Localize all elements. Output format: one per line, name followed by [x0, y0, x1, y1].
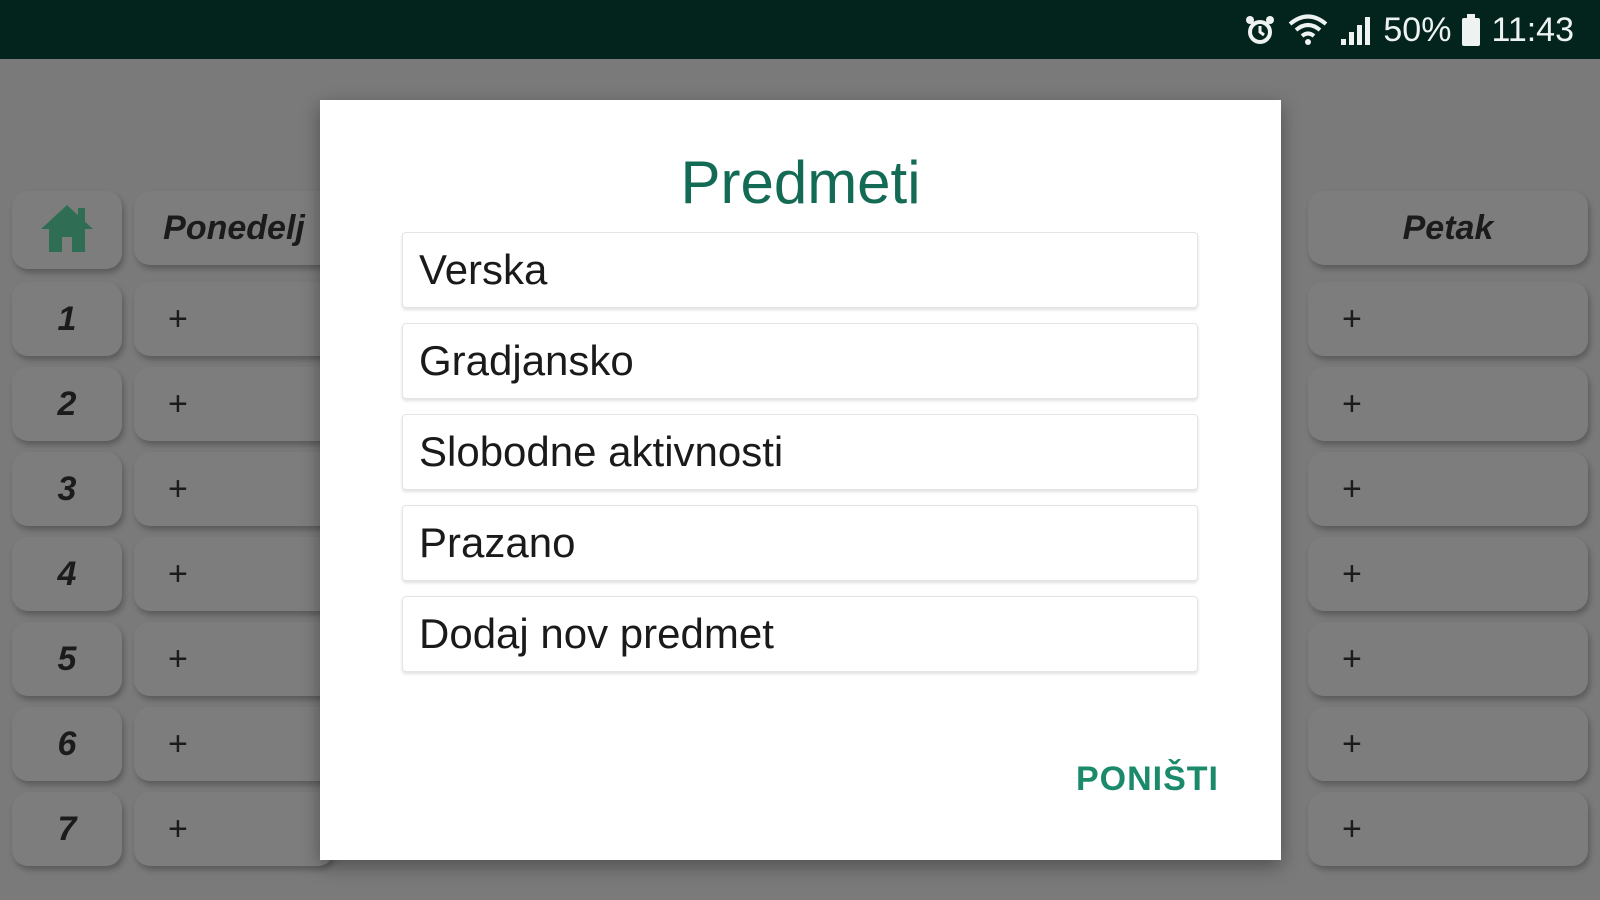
subject-option-slobodne-aktivnosti[interactable]: Slobodne aktivnosti — [402, 414, 1198, 490]
status-bar: 50% 11:43 — [0, 0, 1600, 59]
wifi-icon — [1287, 13, 1329, 47]
cancel-button[interactable]: PONIŠTI — [1076, 760, 1219, 799]
status-icons: 50% 11:43 — [1243, 10, 1574, 50]
add-slot-button[interactable]: + — [134, 537, 334, 611]
add-slot-button[interactable]: + — [134, 792, 334, 866]
subject-option-prazano[interactable]: Prazano — [402, 505, 1198, 581]
add-slot-button[interactable]: + — [1308, 792, 1588, 866]
add-slot-button[interactable]: + — [1308, 282, 1588, 356]
subject-option-gradjansko[interactable]: Gradjansko — [402, 323, 1198, 399]
add-slot-button[interactable]: + — [134, 707, 334, 781]
add-slot-button[interactable]: + — [134, 367, 334, 441]
add-slot-button[interactable]: + — [134, 282, 334, 356]
alarm-icon — [1243, 13, 1277, 47]
subjects-dialog: Predmeti Verska Gradjansko Slobodne akti… — [320, 100, 1281, 860]
period-number: 4 — [12, 537, 122, 611]
period-number: 2 — [12, 367, 122, 441]
period-number: 7 — [12, 792, 122, 866]
battery-icon — [1461, 13, 1481, 47]
subject-option-verska[interactable]: Verska — [402, 232, 1198, 308]
clock-time: 11:43 — [1491, 10, 1574, 49]
add-slot-button[interactable]: + — [134, 622, 334, 696]
dialog-title: Predmeti — [680, 149, 921, 216]
home-button[interactable] — [12, 191, 122, 269]
day-header-monday: Ponedelj — [134, 191, 334, 265]
period-number: 1 — [12, 282, 122, 356]
add-slot-button[interactable]: + — [1308, 367, 1588, 441]
add-slot-button[interactable]: + — [134, 452, 334, 526]
add-slot-button[interactable]: + — [1308, 707, 1588, 781]
signal-icon — [1339, 13, 1373, 47]
add-slot-button[interactable]: + — [1308, 537, 1588, 611]
period-number: 5 — [12, 622, 122, 696]
battery-percent: 50% — [1383, 10, 1452, 49]
day-header-friday: Petak — [1308, 191, 1588, 265]
period-number: 6 — [12, 707, 122, 781]
period-number: 3 — [12, 452, 122, 526]
add-new-subject-option[interactable]: Dodaj nov predmet — [402, 596, 1198, 672]
home-icon — [38, 202, 96, 259]
add-slot-button[interactable]: + — [1308, 452, 1588, 526]
add-slot-button[interactable]: + — [1308, 622, 1588, 696]
